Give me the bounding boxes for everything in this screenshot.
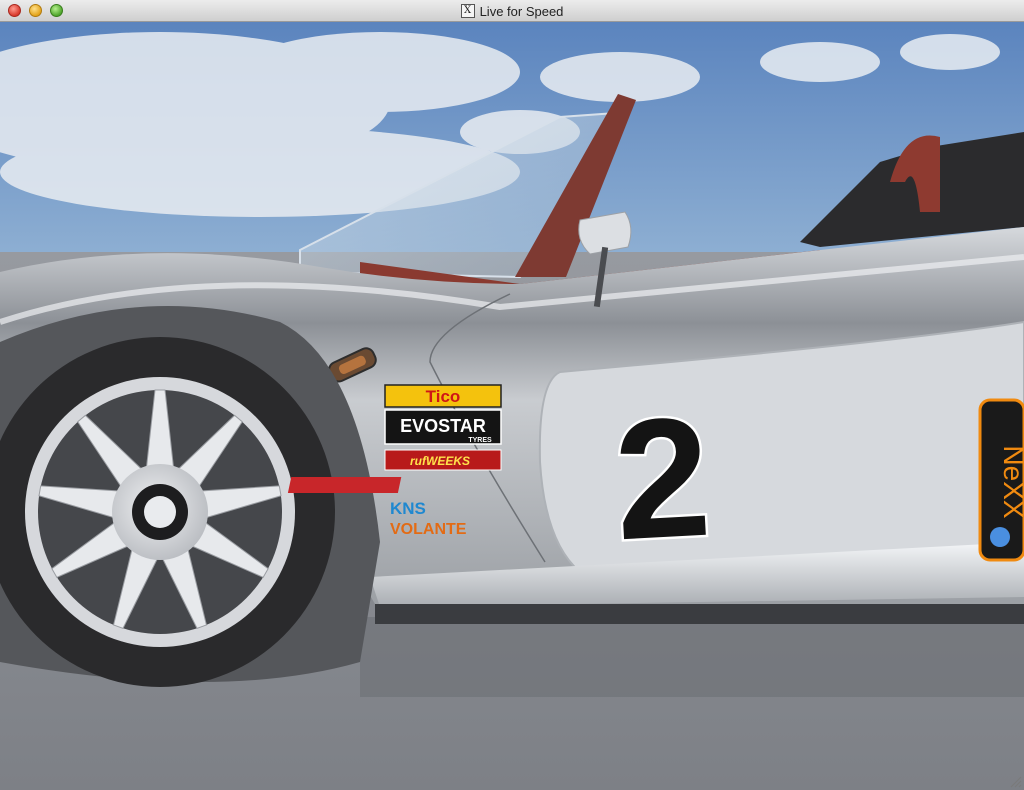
app-window: X Live for Speed Tico EVOSTAR TYRES rufW… (0, 0, 1024, 790)
window-title: Live for Speed (479, 3, 564, 19)
window-title-group: X Live for Speed (0, 0, 1024, 22)
decal-kns-text: KNS (390, 499, 426, 518)
decal-volante-text: VOLANTE (390, 521, 467, 538)
decal-tyres-text: TYRES (468, 437, 492, 444)
car-shadow (360, 617, 1024, 697)
decal-nexx-text: NeXX (998, 445, 1024, 518)
x11-icon: X (460, 4, 475, 18)
sill-underside (375, 604, 1024, 624)
nexx-dot-icon (990, 527, 1010, 547)
decal-rufweeks-text: rufWEEKS (410, 454, 470, 468)
decal-nexx: NeXX (978, 398, 1024, 562)
decal-evostar-text: EVOSTAR (400, 416, 486, 436)
resize-grip-icon[interactable] (1010, 776, 1022, 788)
hub-cap (144, 496, 176, 528)
decal-tico-text: Tico (426, 387, 461, 406)
game-viewport[interactable]: Tico EVOSTAR TYRES rufWEEKS KNS VOLANTE … (0, 22, 1024, 790)
title-bar[interactable]: X Live for Speed (0, 0, 1024, 22)
race-number: 2 (610, 382, 714, 577)
game-scene: Tico EVOSTAR TYRES rufWEEKS KNS VOLANTE … (0, 22, 1024, 790)
decal-red-stripe (287, 477, 402, 493)
